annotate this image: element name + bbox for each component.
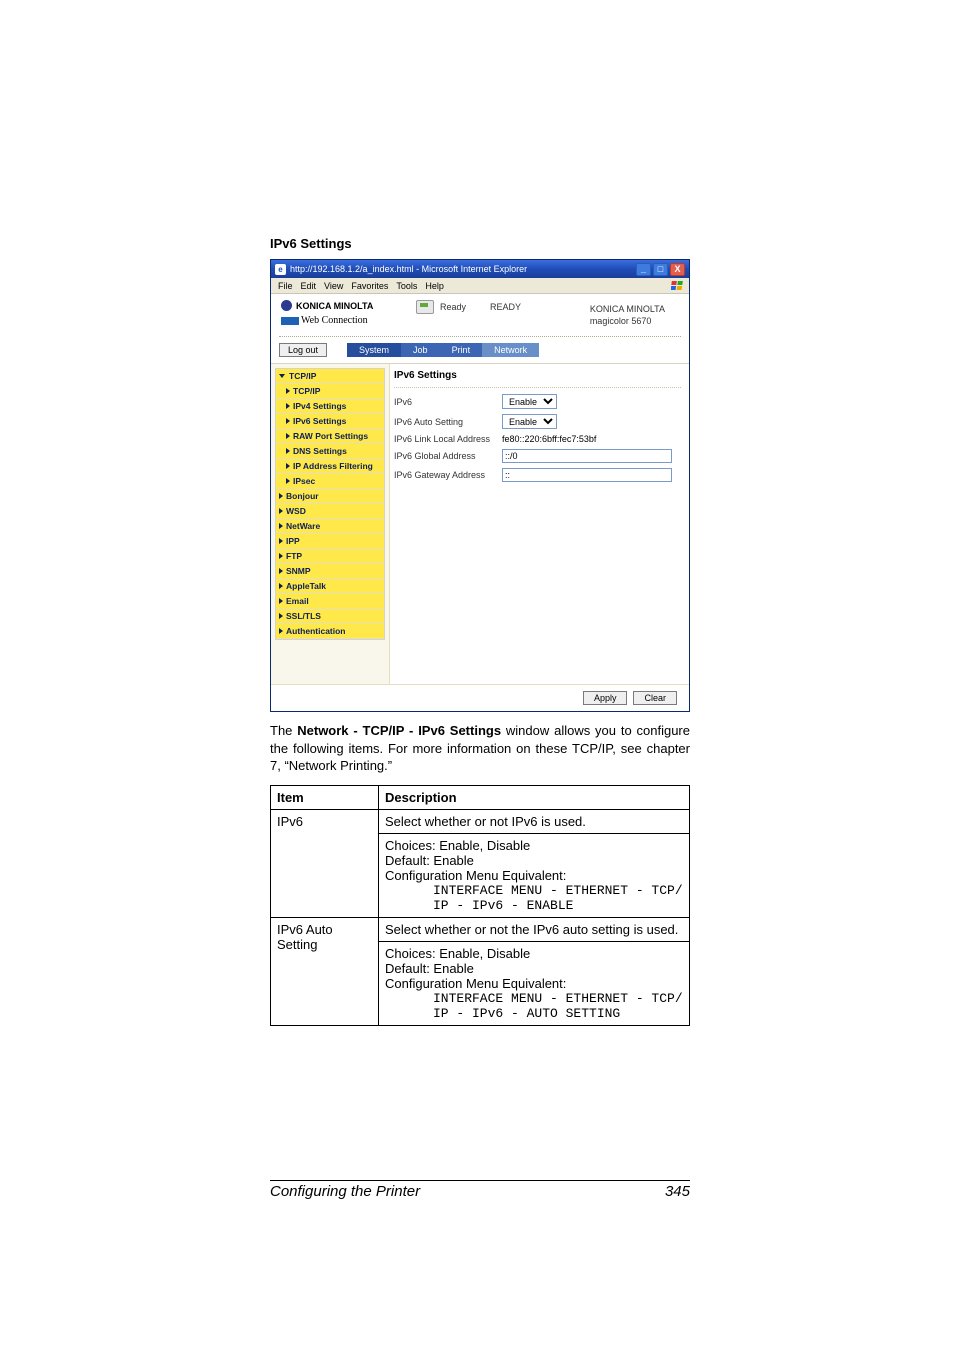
linklocal-value: fe80::220:6bff:fec7:53bf <box>502 434 596 444</box>
apply-button[interactable]: Apply <box>583 691 628 705</box>
row-ipv6-line1: Select whether or not IPv6 is used. <box>379 809 690 833</box>
logout-button[interactable]: Log out <box>279 343 327 357</box>
global-input[interactable] <box>502 449 672 463</box>
km-brand: KONICA MINOLTA <box>296 301 373 311</box>
sidebar-tcpip[interactable]: TCP/IP <box>276 369 384 384</box>
footer-right: 345 <box>665 1183 690 1200</box>
linklocal-label: IPv6 Link Local Address <box>394 434 502 444</box>
sidebar-ipp[interactable]: IPP <box>276 534 384 549</box>
sidebar-tcpip2[interactable]: TCP/IP <box>276 384 384 399</box>
section-heading: IPv6 Settings <box>270 236 690 251</box>
sidebar-email[interactable]: Email <box>276 594 384 609</box>
chevron-right-icon <box>279 538 283 544</box>
pagescope-icon <box>281 317 299 325</box>
menu-help[interactable]: Help <box>422 281 447 291</box>
row-ipv6-body: Choices: Enable, Disable Default: Enable… <box>379 833 690 917</box>
tab-network[interactable]: Network <box>482 343 539 357</box>
pagescope-logo: Web Connection <box>281 315 416 326</box>
gateway-input[interactable] <box>502 468 672 482</box>
sidebar-raw[interactable]: RAW Port Settings <box>276 429 384 444</box>
chevron-right-icon <box>279 523 283 529</box>
km-logo-icon <box>281 300 292 311</box>
chevron-right-icon <box>286 433 290 439</box>
sidebar-ipfilter[interactable]: IP Address Filtering <box>276 459 384 474</box>
ie-window: e http://192.168.1.2/a_index.html - Micr… <box>270 259 690 712</box>
row-auto-item: IPv6 Auto Setting <box>271 917 379 1025</box>
window-minimize-icon[interactable]: _ <box>636 263 651 276</box>
menu-view[interactable]: View <box>321 281 346 291</box>
chevron-right-icon <box>279 613 283 619</box>
chevron-right-icon <box>279 553 283 559</box>
menu-tools[interactable]: Tools <box>393 281 420 291</box>
window-close-icon[interactable]: X <box>670 263 685 276</box>
sidebar-ipsec[interactable]: IPsec <box>276 474 384 489</box>
status-ready-small: Ready <box>440 302 466 312</box>
sidebar: TCP/IP TCP/IP IPv4 Settings IPv6 Setting… <box>271 364 389 684</box>
chevron-right-icon <box>279 628 283 634</box>
chevron-right-icon <box>286 478 290 484</box>
sidebar-ipv4[interactable]: IPv4 Settings <box>276 399 384 414</box>
sidebar-snmp[interactable]: SNMP <box>276 564 384 579</box>
page-footer: Configuring the Printer 345 <box>270 1180 690 1200</box>
menu-file[interactable]: File <box>275 281 296 291</box>
row-ipv6-item: IPv6 <box>271 809 379 917</box>
row-auto-line1: Select whether or not the IPv6 auto sett… <box>379 917 690 941</box>
ie-titlebar: e http://192.168.1.2/a_index.html - Micr… <box>271 260 689 278</box>
sidebar-bonjour[interactable]: Bonjour <box>276 489 384 504</box>
chevron-right-icon <box>279 493 283 499</box>
chevron-right-icon <box>279 583 283 589</box>
ie-flag-icon <box>671 280 685 292</box>
autoset-label: IPv6 Auto Setting <box>394 417 502 427</box>
hdr-desc: Description <box>379 785 690 809</box>
sidebar-ftp[interactable]: FTP <box>276 549 384 564</box>
chevron-right-icon <box>286 403 290 409</box>
row-auto-body: Choices: Enable, Disable Default: Enable… <box>379 941 690 1025</box>
ie-title: http://192.168.1.2/a_index.html - Micros… <box>290 264 527 274</box>
menu-favorites[interactable]: Favorites <box>348 281 391 291</box>
printer-icon <box>416 300 434 314</box>
ie-favicon-icon: e <box>275 264 286 275</box>
hdr-item: Item <box>271 785 379 809</box>
chevron-right-icon <box>279 598 283 604</box>
sidebar-dns[interactable]: DNS Settings <box>276 444 384 459</box>
window-maximize-icon[interactable]: □ <box>653 263 668 276</box>
tab-print[interactable]: Print <box>440 343 483 357</box>
chevron-right-icon <box>286 463 290 469</box>
divider <box>394 387 681 388</box>
sidebar-ssl[interactable]: SSL/TLS <box>276 609 384 624</box>
desc-table: Item Description IPv6 Select whether or … <box>270 785 690 1026</box>
clear-button[interactable]: Clear <box>633 691 677 705</box>
sidebar-appletalk[interactable]: AppleTalk <box>276 579 384 594</box>
divider <box>279 336 681 337</box>
ie-menubar: File Edit View Favorites Tools Help <box>271 278 689 294</box>
sidebar-netware[interactable]: NetWare <box>276 519 384 534</box>
sidebar-ipv6[interactable]: IPv6 Settings <box>276 414 384 429</box>
gateway-label: IPv6 Gateway Address <box>394 470 502 480</box>
tab-system[interactable]: System <box>347 343 401 357</box>
ipv6-label: IPv6 <box>394 397 502 407</box>
chevron-right-icon <box>286 448 290 454</box>
form-title: IPv6 Settings <box>394 370 681 381</box>
chevron-down-icon <box>279 374 285 378</box>
menu-edit[interactable]: Edit <box>298 281 320 291</box>
sidebar-auth[interactable]: Authentication <box>276 624 384 639</box>
tab-job[interactable]: Job <box>401 343 440 357</box>
sidebar-wsd[interactable]: WSD <box>276 504 384 519</box>
chevron-right-icon <box>279 508 283 514</box>
autoset-select[interactable]: Enable <box>502 414 557 429</box>
chevron-right-icon <box>286 388 290 394</box>
chevron-right-icon <box>286 418 290 424</box>
global-label: IPv6 Global Address <box>394 451 502 461</box>
desc-paragraph: The Network - TCP/IP - IPv6 Settings win… <box>270 722 690 775</box>
chevron-right-icon <box>279 568 283 574</box>
tabstrip: System Job Print Network <box>347 343 539 357</box>
ipv6-select[interactable]: Enable <box>502 394 557 409</box>
footer-left: Configuring the Printer <box>270 1183 420 1200</box>
model-info: KONICA MINOLTA magicolor 5670 <box>590 304 665 327</box>
wc-header: KONICA MINOLTA Web Connection Ready READ… <box>271 294 689 334</box>
status-ready-big: READY <box>490 302 521 312</box>
